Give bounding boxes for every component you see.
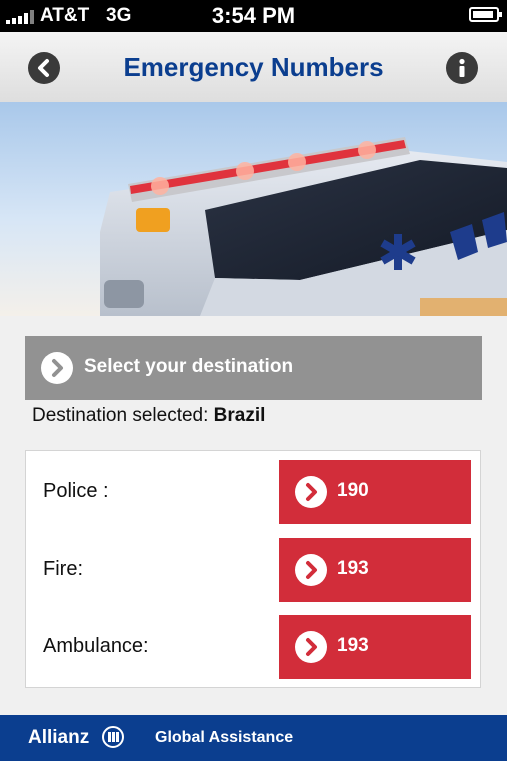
service-name: Global Assistance: [155, 729, 294, 746]
brand-name: Allianz: [28, 727, 90, 748]
ambulance-number: 193: [337, 635, 369, 656]
hero-ambulance-image: [0, 102, 507, 316]
fire-number: 193: [337, 558, 369, 579]
page-title: Emergency Numbers: [123, 52, 384, 82]
ambulance-illustration: [100, 137, 507, 316]
chevron-right-icon: [295, 631, 327, 663]
destination-selected-text: Destination selected: Brazil: [32, 405, 265, 427]
navigation-bar: Emergency Numbers: [0, 32, 507, 103]
select-destination-button[interactable]: Select your destination: [25, 336, 482, 400]
allianz-logo-icon: [102, 726, 124, 748]
police-number-button[interactable]: 190: [279, 460, 471, 524]
police-label: Police :: [43, 480, 109, 502]
destination-selected-prefix: Destination selected:: [32, 405, 209, 426]
ambulance-number-button[interactable]: 193: [279, 615, 471, 679]
footer-banner: Allianz Global Assistance: [0, 715, 507, 761]
info-button[interactable]: [446, 52, 478, 84]
info-icon: [459, 58, 465, 77]
police-number: 190: [337, 480, 369, 501]
select-destination-label: Select your destination: [84, 356, 294, 377]
status-bar: AT&T 3G 3:54 PM: [0, 0, 507, 32]
ambulance-label: Ambulance:: [43, 635, 149, 657]
chevron-right-icon: [41, 352, 73, 384]
destination-selected-value: Brazil: [213, 405, 266, 426]
emergency-numbers-panel: Police : 190 Fire: 193 Ambulance: 193: [25, 450, 481, 688]
status-time: 3:54 PM: [211, 3, 296, 28]
chevron-right-icon: [295, 554, 327, 586]
fire-number-button[interactable]: 193: [279, 538, 471, 602]
chevron-right-icon: [295, 476, 327, 508]
fire-label: Fire:: [43, 558, 83, 580]
battery-icon: [469, 7, 502, 22]
